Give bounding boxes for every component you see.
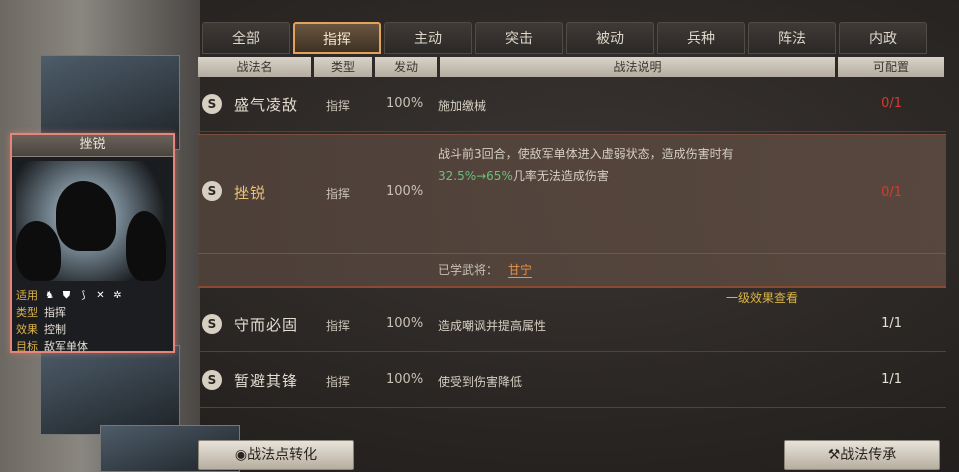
soldier-silhouette bbox=[126, 211, 166, 281]
inherit-label: 战法传承 bbox=[840, 447, 897, 463]
header-rate: 发动 bbox=[375, 57, 437, 77]
learned-generals: 已学武将： 甘宁 bbox=[438, 261, 533, 278]
skill-rate: 100% bbox=[386, 184, 424, 199]
target-value: 敌军单体 bbox=[44, 340, 88, 353]
tab-formation[interactable]: 阵法 bbox=[748, 22, 836, 54]
learned-label: 已学武将： bbox=[438, 263, 499, 277]
tab-active[interactable]: 主动 bbox=[384, 22, 472, 54]
tab-troop[interactable]: 兵种 bbox=[657, 22, 745, 54]
target-label: 目标 bbox=[16, 340, 38, 353]
header-desc: 战法说明 bbox=[440, 57, 835, 77]
cavalry-icon: ♞ bbox=[45, 290, 54, 301]
shield-icon: ⛊ bbox=[62, 290, 71, 301]
skill-rate: 100% bbox=[386, 372, 424, 387]
s-rank-badge: S bbox=[202, 314, 222, 334]
skill-row[interactable]: S 守而必固 指挥 100% 造成嘲讽并提高属性 1/1 bbox=[198, 298, 946, 352]
table-header: 战法名 类型 发动 战法说明 可配置 bbox=[198, 57, 944, 77]
tab-assault[interactable]: 突击 bbox=[475, 22, 563, 54]
skill-desc-tail: 几率无法造成伤害 bbox=[512, 169, 609, 183]
skill-config: 0/1 bbox=[881, 96, 902, 111]
selected-skill-card[interactable]: 挫锐 适用 ♞ ⛊ ⟆ ✕ ✲ 类型 指挥 效果 控制 目标 敌军单体 bbox=[10, 133, 175, 353]
card-info: 适用 ♞ ⛊ ⟆ ✕ ✲ 类型 指挥 效果 控制 目标 敌军单体 bbox=[16, 287, 169, 355]
tab-all[interactable]: 全部 bbox=[202, 22, 290, 54]
skill-config: 0/1 bbox=[881, 185, 902, 200]
skill-config: 1/1 bbox=[881, 316, 902, 331]
s-rank-badge: S bbox=[202, 94, 222, 114]
tab-command[interactable]: 指挥 bbox=[293, 22, 381, 54]
convert-label: 战法点转化 bbox=[247, 447, 318, 463]
s-rank-badge: S bbox=[202, 370, 222, 390]
skill-row[interactable]: S 暂避其锋 指挥 100% 使受到伤害降低 1/1 bbox=[198, 354, 946, 408]
card-title: 挫锐 bbox=[12, 135, 173, 157]
skill-type: 指挥 bbox=[326, 319, 351, 333]
category-tabs: 全部 指挥 主动 突击 被动 兵种 阵法 内政 bbox=[202, 22, 927, 56]
flame-icon: ◉ bbox=[234, 447, 248, 463]
s-rank-badge: S bbox=[202, 181, 222, 201]
unit-icons: ♞ ⛊ ⟆ ✕ ✲ bbox=[44, 287, 123, 304]
inherit-skill-button[interactable]: ⚒战法传承 bbox=[784, 440, 940, 470]
divider bbox=[198, 253, 946, 254]
skill-desc-line2: 32.5%→65%几率无法造成伤害 bbox=[438, 167, 609, 184]
hammer-icon: ⚒ bbox=[827, 447, 841, 463]
horseman-silhouette bbox=[56, 181, 116, 251]
skill-desc: 使受到伤害降低 bbox=[438, 375, 523, 389]
tab-internal[interactable]: 内政 bbox=[839, 22, 927, 54]
bow-icon: ⟆ bbox=[81, 290, 86, 301]
skill-row-selected[interactable]: S 挫锐 指挥 100% 战斗前3回合，使敌军单体进入虚弱状态，造成伤害时有 3… bbox=[198, 134, 946, 305]
header-name: 战法名 bbox=[198, 57, 311, 77]
skill-name: 盛气凌敌 bbox=[234, 96, 299, 114]
skill-desc: 施加缴械 bbox=[438, 99, 487, 113]
header-type: 类型 bbox=[314, 57, 372, 77]
type-label: 类型 bbox=[16, 306, 38, 319]
card-artwork bbox=[16, 161, 169, 281]
skill-list: S 盛气凌敌 指挥 100% 施加缴械 0/1 S 挫锐 指挥 100% 战斗前… bbox=[198, 78, 946, 436]
general-link[interactable]: 甘宁 bbox=[508, 263, 533, 278]
skill-type: 指挥 bbox=[326, 99, 351, 113]
header-config: 可配置 bbox=[838, 57, 944, 77]
suit-label: 适用 bbox=[16, 289, 38, 302]
soldier-silhouette bbox=[16, 221, 61, 281]
skill-type: 指挥 bbox=[326, 375, 351, 389]
tab-passive[interactable]: 被动 bbox=[566, 22, 654, 54]
skill-card-back[interactable] bbox=[40, 345, 180, 435]
spear-icon: ✕ bbox=[96, 290, 105, 301]
skill-rate: 100% bbox=[386, 96, 424, 111]
siege-icon: ✲ bbox=[113, 290, 122, 301]
skill-desc: 造成嘲讽并提高属性 bbox=[438, 319, 547, 333]
convert-skill-points-button[interactable]: ◉战法点转化 bbox=[198, 440, 354, 470]
skill-name: 暂避其锋 bbox=[234, 372, 299, 390]
effect-value: 控制 bbox=[44, 323, 66, 336]
skill-desc-line1: 战斗前3回合，使敌军单体进入虚弱状态，造成伤害时有 bbox=[438, 147, 734, 161]
skill-config: 1/1 bbox=[881, 372, 902, 387]
skill-row[interactable]: S 盛气凌敌 指挥 100% 施加缴械 0/1 bbox=[198, 78, 946, 132]
type-value: 指挥 bbox=[44, 306, 66, 319]
skill-type: 指挥 bbox=[326, 187, 351, 201]
skill-rate: 100% bbox=[386, 316, 424, 331]
damage-chance-range: 32.5%→65% bbox=[438, 169, 513, 183]
effect-label: 效果 bbox=[16, 323, 38, 336]
skill-name: 守而必固 bbox=[234, 316, 299, 334]
skill-name: 挫锐 bbox=[234, 184, 267, 202]
